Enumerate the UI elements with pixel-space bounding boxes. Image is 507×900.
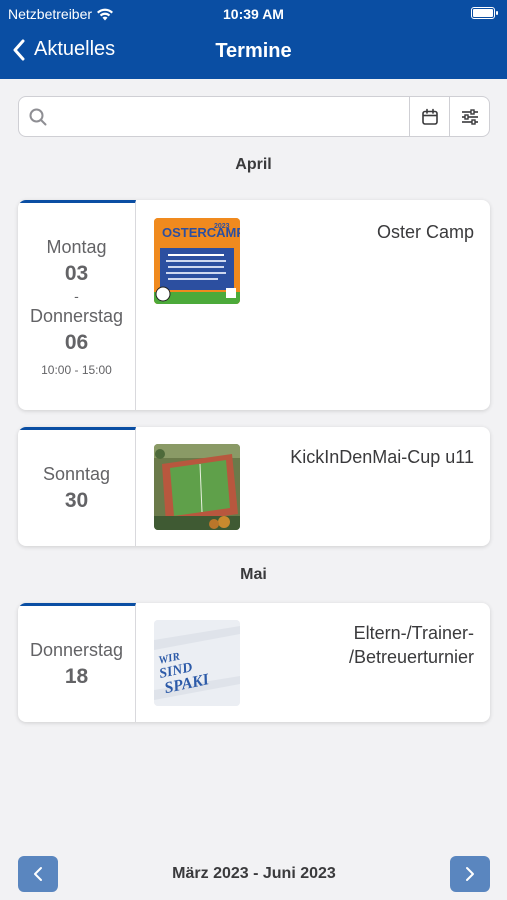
event-thumbnail <box>154 444 240 530</box>
next-range-button[interactable] <box>449 856 490 892</box>
sliders-icon <box>461 108 478 125</box>
date-day: 30 <box>64 488 89 512</box>
event-thumbnail: OSTERCAMP 2023 <box>154 218 240 304</box>
calendar-icon <box>421 108 438 125</box>
date-weekday: Sonntag <box>42 463 111 484</box>
event-body: KickInDenMai-Cup u11 <box>136 427 490 546</box>
date-weekday-start: Montag <box>46 236 107 257</box>
calendar-button[interactable] <box>410 96 450 137</box>
ostercamp-poster-image: OSTERCAMP 2023 <box>154 218 240 304</box>
chevron-right-icon <box>465 867 474 881</box>
event-card-eltern-trainer-betreuerturnier[interactable]: Donnerstag 18 WIR SIND SPAKI Eltern-/Tra… <box>18 603 490 722</box>
event-date: Donnerstag 18 <box>18 603 136 722</box>
date-weekday: Donnerstag <box>29 639 124 660</box>
event-title: KickInDenMai-Cup u11 <box>290 447 474 467</box>
search-icon <box>29 108 47 125</box>
event-card-kickindenmai-cup[interactable]: Sonntag 30 KickInDenMai-Cup u11 <box>18 427 490 546</box>
date-day: 18 <box>64 664 89 688</box>
filter-button[interactable] <box>450 96 490 137</box>
chevron-left-icon <box>34 867 42 881</box>
event-date: Montag 03 - Donnerstag 06 10:00 - 15:00 <box>18 200 136 410</box>
nav-header: Netzbetreiber 10:39 AM Aktuelles Termine <box>0 0 507 79</box>
status-time: 10:39 AM <box>223 6 284 22</box>
date-day-start: 03 <box>64 261 89 285</box>
event-title: Oster Camp <box>376 222 474 242</box>
search-row <box>18 96 490 137</box>
chevron-left-icon <box>13 39 25 60</box>
event-date: Sonntag 30 <box>18 427 136 546</box>
date-time: 10:00 - 15:00 <box>41 362 112 377</box>
back-label: Aktuelles <box>34 38 116 60</box>
date-day-end: 06 <box>64 330 89 354</box>
previous-range-button[interactable] <box>18 856 58 892</box>
event-title: Eltern-/Trainer- /Betreuerturnier <box>349 621 474 669</box>
event-thumbnail: WIR SIND SPAKI <box>154 620 240 706</box>
event-body: OSTERCAMP 2023 Oster Camp <box>136 200 490 410</box>
event-card-oster-camp[interactable]: Montag 03 - Donnerstag 06 10:00 - 15:00 … <box>18 200 490 410</box>
month-heading: Mai <box>240 566 267 583</box>
pagination-bar: März 2023 - Juni 2023 <box>18 856 490 892</box>
event-title-line: Eltern-/Trainer- <box>353 623 474 643</box>
battery-icon <box>471 7 498 19</box>
wir-sind-spaki-logo-image: WIR SIND SPAKI <box>154 620 240 706</box>
event-body: WIR SIND SPAKI Eltern-/Trainer- /Betreue… <box>136 603 490 722</box>
date-weekday-end: Donnerstag <box>29 305 124 326</box>
search-box[interactable] <box>18 96 410 137</box>
search-input[interactable] <box>55 107 375 126</box>
svg-text:2023: 2023 <box>214 223 230 230</box>
stadium-aerial-image <box>154 444 240 530</box>
date-range-label: März 2023 - Juni 2023 <box>172 865 336 882</box>
event-title-line: /Betreuerturnier <box>348 647 474 667</box>
date-dash: - <box>74 287 79 304</box>
back-button[interactable]: Aktuelles <box>12 38 115 61</box>
month-heading: April <box>235 156 272 173</box>
